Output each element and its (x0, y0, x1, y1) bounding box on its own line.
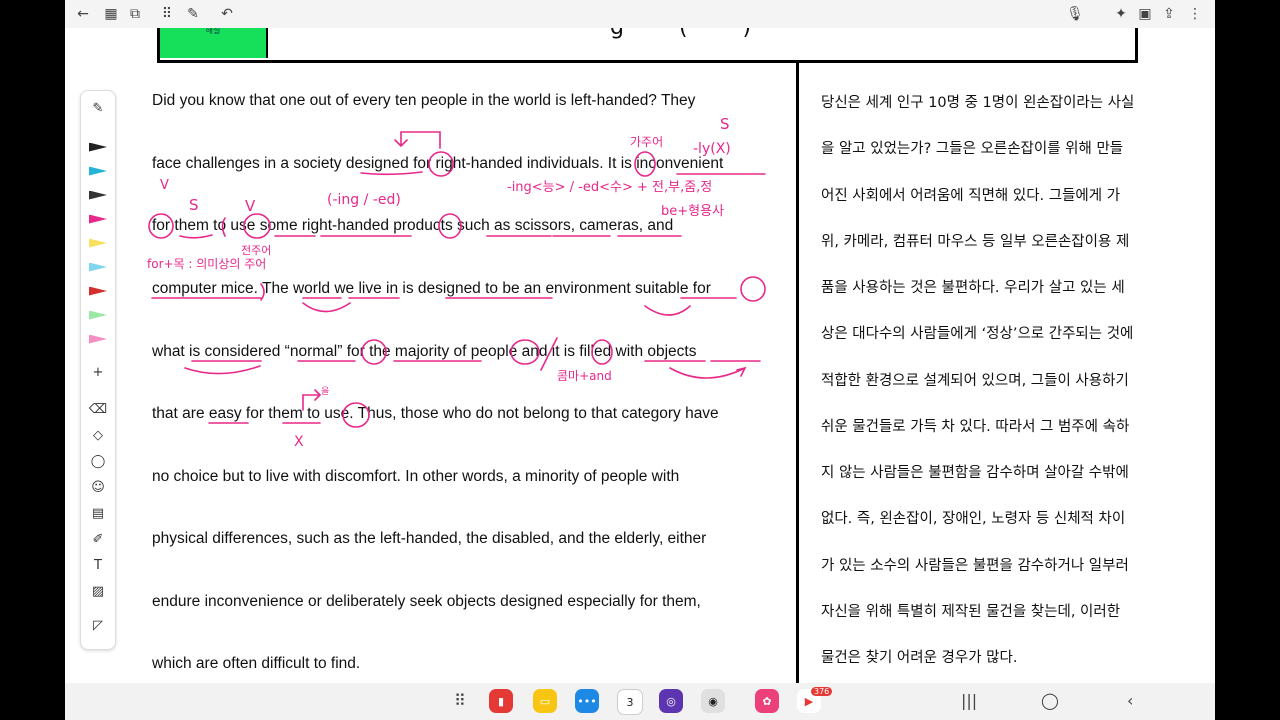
arc-world (302, 302, 351, 313)
note-app-window: ← ▦ ⧉ ⠿ ✎ ↶ 🎙 ✦ ▣ ⇪ ⋮ 해설 g ( ) Did you k… (65, 0, 1215, 720)
note-for-mok: for+목 : 의미상의 주어 (147, 257, 266, 271)
korean-line: 없다. 즉, 왼손잡이, 장애인, 노령자 등 신체적 차이 (821, 511, 1126, 527)
english-line: for them to use some right-handed produc… (152, 217, 674, 234)
english-line: which are often difficult to find. (152, 655, 361, 672)
highlighter-cyan-icon[interactable] (85, 257, 111, 277)
green-label-box: 해설 (160, 28, 268, 58)
column-divider (796, 62, 799, 683)
circle-for-suitable (740, 276, 766, 302)
note-x: X (294, 434, 304, 450)
note-page[interactable]: 해설 g ( ) Did you know that one out of ev… (65, 28, 1215, 683)
note-kuma-and: 콤마+and (557, 369, 612, 383)
english-line: face challenges in a society designed fo… (152, 155, 724, 172)
header-title-fragment: g ( ) (610, 28, 775, 40)
english-line: Did you know that one out of every ten p… (152, 92, 696, 109)
gallery-app-icon[interactable]: ✿ (755, 689, 779, 713)
arrow-objects (669, 366, 747, 379)
pen-black-icon[interactable] (85, 137, 111, 157)
english-line: what is considered “normal” for the majo… (152, 343, 697, 360)
shapes-icon[interactable]: ◇ (85, 425, 111, 445)
korean-line: 물건은 찾기 어려운 경우가 많다. (821, 650, 1018, 666)
youtube-badge: 376 (811, 687, 833, 696)
korean-line: 자신을 위해 특별히 제작된 물건을 찾는데, 이러한 (821, 604, 1121, 620)
korean-line: 가 있는 소수의 사람들은 불편을 감수하거나 일부러 (821, 558, 1129, 574)
korean-line: 위, 카메라, 컴퓨터 마우스 등 일부 오른손잡이용 제 (821, 234, 1130, 250)
undo-icon[interactable]: ↶ (217, 4, 237, 24)
english-line: physical differences, such as the left-h… (152, 530, 707, 547)
arc-be (644, 305, 691, 316)
lasso-icon[interactable]: ◯ (85, 451, 111, 471)
english-line: computer mice. The world we live in is d… (152, 280, 711, 297)
korean-line: 지 않는 사람들은 불편함을 감수하며 살아갈 수밖에 (821, 465, 1129, 481)
camera-app-icon[interactable]: ◉ (701, 689, 725, 713)
image-icon[interactable]: ▨ (85, 581, 111, 601)
page-add-icon[interactable]: ⧉ (125, 4, 145, 24)
top-toolbar: ← ▦ ⧉ ⠿ ✎ ↶ 🎙 ✦ ▣ ⇪ ⋮ (65, 0, 1215, 28)
korean-line: 상은 대다수의 사람들에게 ‘정상’으로 간주되는 것에 (821, 326, 1134, 342)
green-label: 해설 (205, 28, 221, 35)
recents-button-icon[interactable]: ||| (961, 691, 977, 710)
english-line: no choice but to live with discomfort. I… (152, 468, 680, 485)
note-s1: S (720, 115, 730, 133)
add-pen-icon[interactable]: + (85, 362, 111, 382)
apps-icon[interactable]: ⠿ (157, 4, 177, 24)
calendar-app-icon[interactable]: 3 (617, 689, 643, 715)
system-navbar: ⠿ ▮ ▭ ••• 3 ◎ ◉ ✿ ▶ 376 ||| ◯ ‹ (65, 683, 1215, 720)
english-line: that are easy for them to use. Thus, tho… (152, 405, 719, 422)
comment-icon[interactable]: ▤ (85, 503, 111, 523)
highlighter-yellow-icon[interactable] (85, 233, 111, 253)
highlighter-pink-icon[interactable] (85, 329, 111, 349)
messages-app-icon[interactable]: ••• (575, 689, 599, 713)
ai-assist-icon[interactable]: ✦ (1111, 4, 1131, 24)
korean-line: 품을 사용하는 것은 불편하다. 우리가 살고 있는 세 (821, 280, 1125, 296)
browser-app-icon[interactable]: ◎ (659, 689, 683, 713)
note-v1: V (160, 178, 169, 193)
note-jeonju: 전주어 (241, 244, 271, 257)
more-options-icon[interactable]: ⋮ (1185, 4, 1205, 24)
calendar-day: 3 (626, 695, 634, 709)
pencil-icon[interactable]: ✎ (85, 98, 111, 118)
arrow-for-designed (394, 131, 441, 149)
back-arrow-icon[interactable]: ← (73, 4, 93, 24)
sticker-icon[interactable]: ☺ (85, 477, 111, 497)
note-s2: S (189, 196, 199, 214)
arc-considered (184, 365, 261, 375)
note-gajueo: 가주어 (630, 135, 663, 149)
korean-line: 당신은 세계 인구 10명 중 1명이 왼손잡이라는 사실 (821, 95, 1135, 111)
pen-toolbar: ✎ + ⌫ ◇ ◯ ☺ ▤ ✐ T ▨ ◸ (80, 90, 116, 650)
underline-them (179, 234, 213, 239)
korean-line: 을 알고 있었는가? 그들은 오른손잡이를 위해 만들 (821, 141, 1124, 157)
highlighter-green-icon[interactable] (85, 305, 111, 325)
pen-settings-icon[interactable]: ✐ (85, 529, 111, 549)
voice-record-icon[interactable]: 🎙 (1065, 4, 1085, 24)
pen-pink-icon[interactable] (85, 209, 111, 229)
note-eul: 을 (321, 386, 329, 397)
pen-cyan-icon[interactable] (85, 161, 111, 181)
page-curl-icon[interactable]: ◸ (85, 615, 111, 635)
edit-mode-icon[interactable]: ✎ (183, 4, 203, 24)
note-v2: V (245, 197, 256, 215)
pen-dark-icon[interactable] (85, 185, 111, 205)
korean-line: 적합한 환경으로 설계되어 있으며, 그들이 사용하기 (821, 373, 1129, 389)
grid-view-icon[interactable]: ▦ (101, 4, 121, 24)
share-icon[interactable]: ⇪ (1159, 4, 1179, 24)
korean-line: 어진 사회에서 어려움에 직면해 있다. 그들에게 가 (821, 188, 1121, 204)
folder-app-icon[interactable]: ▭ (533, 689, 557, 713)
english-line: endure inconvenience or deliberately see… (152, 593, 701, 610)
korean-line: 쉬운 물건들로 가득 차 있다. 따라서 그 범주에 속하 (821, 419, 1130, 435)
pen-red-icon[interactable] (85, 281, 111, 301)
text-icon[interactable]: T (85, 555, 111, 575)
app-drawer-icon[interactable]: ⠿ (454, 691, 466, 710)
notes-app-icon[interactable]: ▮ (489, 689, 513, 713)
back-button-icon[interactable]: ‹ (1127, 691, 1133, 710)
note-ing-ed: (-ing / -ed) (327, 192, 401, 208)
youtube-app-icon[interactable]: ▶ 376 (797, 687, 833, 713)
home-button-icon[interactable]: ◯ (1041, 691, 1059, 710)
eraser-icon[interactable]: ⌫ (85, 399, 111, 419)
read-mode-icon[interactable]: ▣ (1135, 4, 1155, 24)
note-ing-rule: -ing<능> / -ed<수> + 전,부,줌,정 (507, 180, 712, 195)
